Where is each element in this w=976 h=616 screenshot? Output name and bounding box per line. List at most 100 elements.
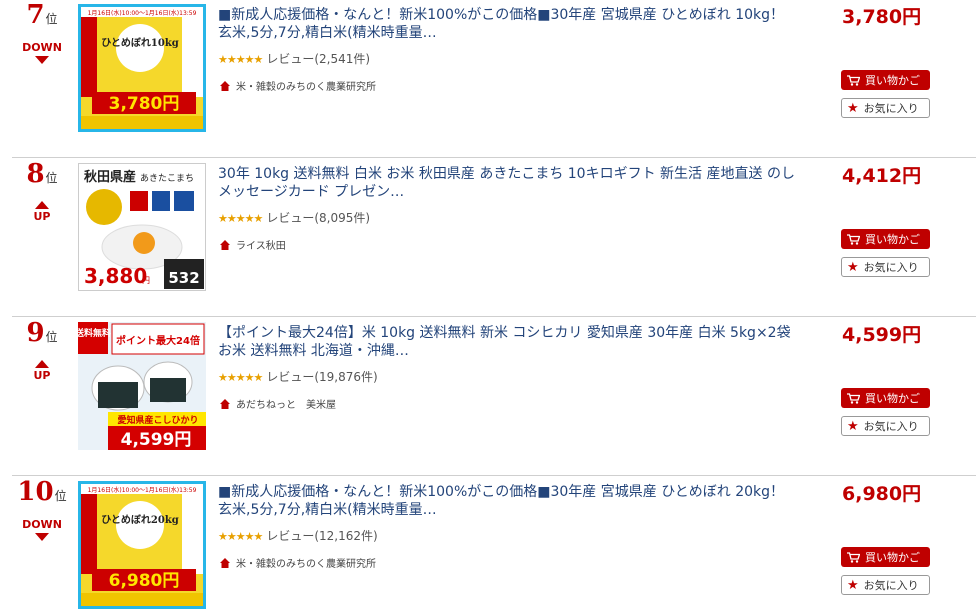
shop-name[interactable]: 米・雑穀のみちのく農業研究所	[236, 78, 376, 93]
product-thumbnail[interactable]: 秋田県産 あきたこまち 3,880 円 532	[78, 163, 206, 291]
up-arrow-icon	[35, 360, 49, 368]
ranking-row: 7位 DOWN 1月16日(水)10:00～1月16日(水)13:59 ひとめぼ…	[0, 0, 976, 158]
rank-badge: 7位 DOWN	[12, 0, 72, 64]
rank-suffix: 位	[45, 330, 58, 344]
trend-label: DOWN	[22, 41, 62, 54]
add-to-cart-button[interactable]: 買い物かご	[841, 547, 930, 567]
favorite-button[interactable]: ★ お気に入り	[841, 98, 930, 118]
product-price: 4,599円	[842, 324, 922, 346]
rank-suffix: 位	[54, 489, 67, 503]
product-price: 4,412円	[842, 165, 922, 187]
review-count[interactable]: レビュー(19,876件)	[266, 370, 377, 384]
cart-label: 買い物かご	[865, 551, 920, 564]
row-divider	[12, 475, 976, 476]
star-icon: ★	[847, 577, 859, 593]
review-count[interactable]: レビュー(12,162件)	[266, 529, 377, 543]
thumb-product: ひとめぼれ10kg	[101, 36, 179, 49]
down-arrow-icon	[35, 533, 49, 541]
ranking-row: 10位 DOWN 1月16日(水)10:00～1月16日(水)13:59 ひとめ…	[0, 477, 976, 616]
product-thumbnail[interactable]: 送料無料 ポイント最大24倍 愛知県産こしひかり 4,599円	[78, 322, 206, 450]
thumb-product: ひとめぼれ20kg	[101, 513, 179, 526]
shop-name[interactable]: 米・雑穀のみちのく農業研究所	[236, 555, 376, 570]
star-icon: ★	[847, 418, 859, 434]
cart-label: 買い物かご	[865, 392, 920, 405]
ranking-row: 8位 UP 秋田県産 あきたこまち 3,880 円 532 30年 10kg 送…	[0, 159, 976, 317]
product-title-link[interactable]: 【ポイント最大24倍】米 10kg 送料無料 新米 コシヒカリ 愛知県産 30年…	[218, 324, 798, 360]
cart-label: 買い物かご	[865, 233, 920, 246]
shop-link[interactable]: あだちねっと 美米屋	[220, 396, 336, 411]
rank-badge: 10位 DOWN	[12, 477, 72, 541]
review-count[interactable]: レビュー(2,541件)	[266, 52, 370, 66]
thumb-unit: 円	[142, 276, 150, 285]
rank-number: 10	[17, 477, 54, 507]
product-title-link[interactable]: ■新成人応援価格・なんと！新米100%がこの価格■30年産 宮城県産 ひとめぼれ…	[218, 483, 798, 519]
shop-home-icon	[220, 557, 230, 568]
rank-suffix: 位	[45, 12, 58, 26]
shop-link[interactable]: 米・雑穀のみちのく農業研究所	[220, 555, 376, 570]
down-arrow-icon	[35, 56, 49, 64]
star-rating-icon: ★★★★★	[218, 530, 263, 543]
review-rating[interactable]: ★★★★★ レビュー(2,541件)	[218, 50, 370, 67]
favorite-label: お気に入り	[863, 261, 919, 274]
review-rating[interactable]: ★★★★★ レビュー(19,876件)	[218, 368, 378, 385]
thumb-variety: 愛知県産こしひかり	[117, 414, 198, 426]
row-divider	[12, 157, 976, 158]
trend-indicator: DOWN	[12, 519, 72, 541]
trend-label: DOWN	[22, 518, 62, 531]
thumb-free-shipping: 送料無料	[78, 327, 111, 339]
thumb-point: ポイント最大24倍	[116, 334, 200, 347]
product-thumbnail[interactable]: 1月16日(水)10:00～1月16日(水)13:59 ひとめぼれ10kg 3,…	[78, 4, 206, 132]
cart-label: 買い物かご	[865, 74, 920, 87]
trend-label: UP	[33, 210, 51, 223]
favorite-label: お気に入り	[863, 420, 919, 433]
favorite-button[interactable]: ★ お気に入り	[841, 257, 930, 277]
star-icon: ★	[847, 100, 859, 116]
thumb-variety: あきたこまち	[140, 173, 194, 184]
rank-badge: 8位 UP	[12, 159, 72, 223]
favorite-label: お気に入り	[863, 579, 919, 592]
thumb-banner: 1月16日(水)10:00～1月16日(水)13:59	[88, 486, 197, 494]
rank-number: 7	[26, 0, 45, 30]
trend-indicator: UP	[12, 360, 72, 382]
add-to-cart-button[interactable]: 買い物かご	[841, 229, 930, 249]
shop-name[interactable]: あだちねっと 美米屋	[236, 396, 336, 411]
up-arrow-icon	[35, 201, 49, 209]
thumb-price: 3,780円	[109, 94, 180, 114]
add-to-cart-button[interactable]: 買い物かご	[841, 388, 930, 408]
shop-name[interactable]: ライス秋田	[236, 237, 286, 252]
product-title-link[interactable]: ■新成人応援価格・なんと！新米100%がこの価格■30年産 宮城県産 ひとめぼれ…	[218, 6, 798, 42]
shop-link[interactable]: 米・雑穀のみちのく農業研究所	[220, 78, 376, 93]
ranking-row: 9位 UP 送料無料 ポイント最大24倍 愛知県産こしひかり 4,599円 【ポ…	[0, 318, 976, 476]
cart-icon	[847, 551, 860, 563]
cart-icon	[847, 74, 860, 86]
row-divider	[12, 316, 976, 317]
thumb-coupon: 532	[168, 269, 199, 287]
thumb-heading: 秋田県産	[84, 169, 136, 185]
star-rating-icon: ★★★★★	[218, 371, 263, 384]
rank-number: 8	[26, 159, 45, 189]
product-thumbnail[interactable]: 1月16日(水)10:00～1月16日(水)13:59 ひとめぼれ20kg 6,…	[78, 481, 206, 609]
favorite-button[interactable]: ★ お気に入り	[841, 575, 930, 595]
product-price: 3,780円	[842, 6, 922, 28]
add-to-cart-button[interactable]: 買い物かご	[841, 70, 930, 90]
rank-suffix: 位	[45, 171, 58, 185]
review-rating[interactable]: ★★★★★ レビュー(12,162件)	[218, 527, 378, 544]
star-rating-icon: ★★★★★	[218, 53, 263, 66]
rank-badge: 9位 UP	[12, 318, 72, 382]
product-price: 6,980円	[842, 483, 922, 505]
rank-number: 9	[26, 318, 45, 348]
shop-home-icon	[220, 80, 230, 91]
favorite-button[interactable]: ★ お気に入り	[841, 416, 930, 436]
thumb-banner: 1月16日(水)10:00～1月16日(水)13:59	[88, 9, 197, 17]
shop-link[interactable]: ライス秋田	[220, 237, 286, 252]
trend-label: UP	[33, 369, 51, 382]
product-title-link[interactable]: 30年 10kg 送料無料 白米 お米 秋田県産 あきたこまち 10キロギフト …	[218, 165, 798, 201]
favorite-label: お気に入り	[863, 102, 919, 115]
shop-home-icon	[220, 239, 230, 250]
review-count[interactable]: レビュー(8,095件)	[266, 211, 370, 225]
star-rating-icon: ★★★★★	[218, 212, 263, 225]
cart-icon	[847, 233, 860, 245]
review-rating[interactable]: ★★★★★ レビュー(8,095件)	[218, 209, 370, 226]
shop-home-icon	[220, 398, 230, 409]
cart-icon	[847, 392, 860, 404]
